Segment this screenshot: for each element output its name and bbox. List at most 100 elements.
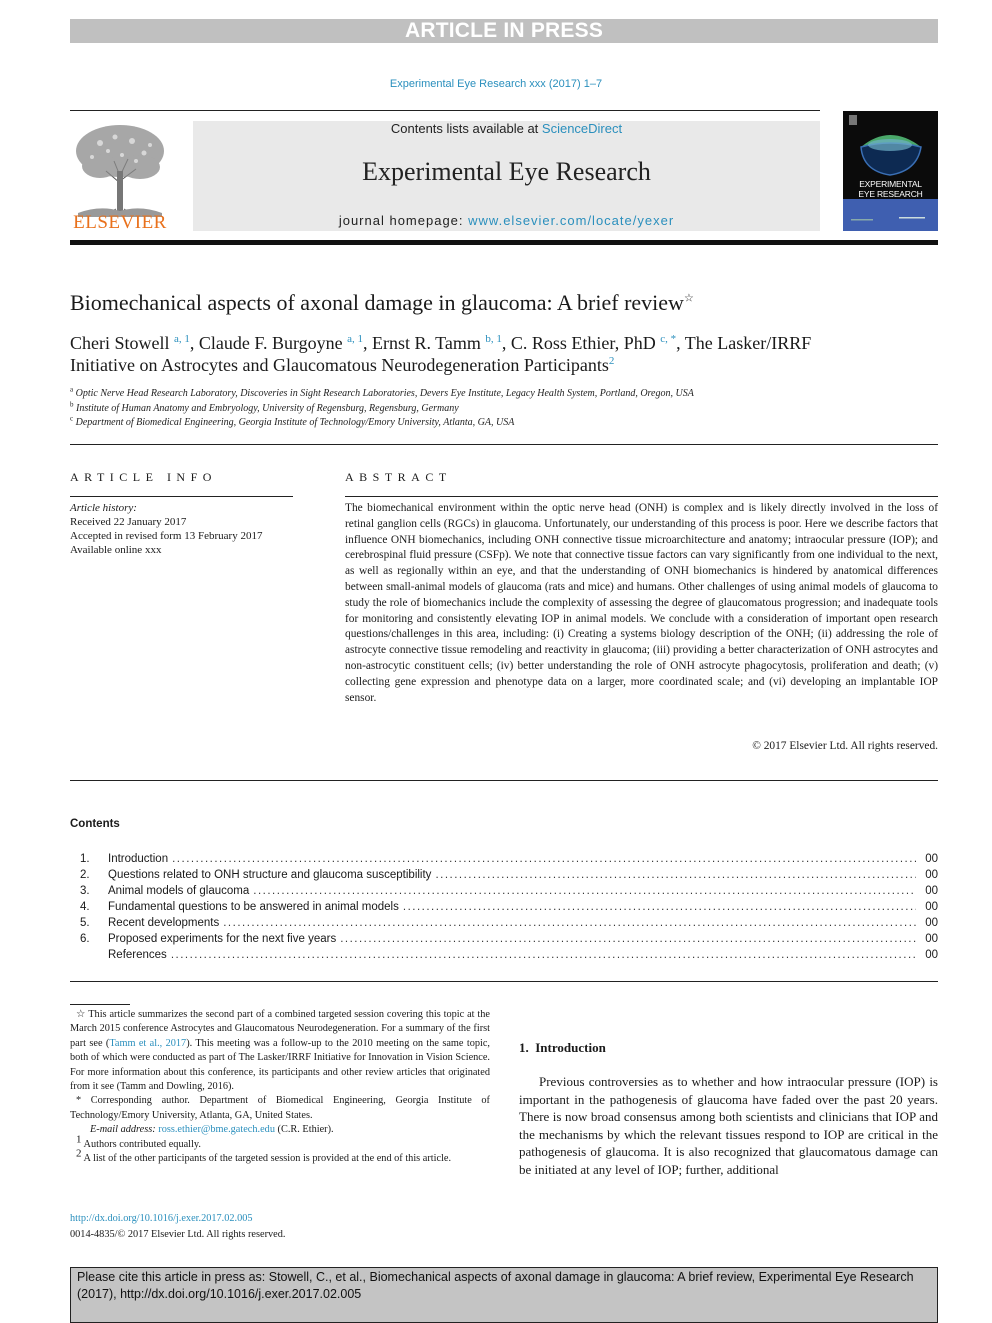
cover-title-line-2: EYE RESEARCH <box>858 189 923 199</box>
abstract-heading: ABSTRACT <box>345 470 452 484</box>
running-head[interactable]: Experimental Eye Research xxx (2017) 1–7 <box>0 78 992 90</box>
footnotes: ☆ This article summarizes the second par… <box>70 1008 490 1166</box>
affiliation-text: Department of Biomedical Engineering, Ge… <box>75 417 515 428</box>
toc-label[interactable]: Introduction <box>108 851 172 867</box>
affiliation-text: Optic Nerve Head Research Laboratory, Di… <box>75 388 694 399</box>
doi-block: http://dx.doi.org/10.1016/j.exer.2017.02… <box>70 1211 490 1243</box>
footnote-2: 2 A list of the other participants of th… <box>70 1148 490 1166</box>
author: C. Ross Ethier, PhD c, *, <box>511 333 685 353</box>
footnote-mark: 1 <box>76 1133 82 1146</box>
email-link[interactable]: ross.ethier@bme.gatech.edu <box>158 1124 275 1135</box>
toc-page: 00 <box>925 885 938 897</box>
section-rule <box>70 981 938 982</box>
toc-leader-dots: ........................................… <box>340 933 916 945</box>
journal-homepage-link[interactable]: www.elsevier.com/locate/yexer <box>468 213 674 228</box>
author-separator: , <box>363 333 372 353</box>
table-of-contents: 1. Introduction..........................… <box>70 851 938 963</box>
eye-cover-image-icon <box>843 111 938 231</box>
contents-available-text: Contents lists available at <box>390 121 542 136</box>
toc-item[interactable]: References..............................… <box>70 947 938 963</box>
toc-page: 00 <box>925 933 938 945</box>
toc-number: 4. <box>80 901 90 913</box>
header-thick-rule <box>70 240 938 245</box>
section-rule <box>70 780 938 781</box>
author-name[interactable]: Ernst R. Tamm <box>372 333 481 353</box>
toc-label[interactable]: Recent developments <box>108 915 223 931</box>
affiliation: b Institute of Human Anatomy and Embryol… <box>70 401 938 417</box>
journal-header-box: Contents lists available at ScienceDirec… <box>193 121 820 231</box>
citation-box: Please cite this article in press as: St… <box>70 1267 938 1323</box>
footnote-text: Authors contributed equally. <box>83 1138 201 1150</box>
cover-title: EXPERIMENTAL EYE RESEARCH <box>843 179 938 199</box>
toc-item[interactable]: 4. Fundamental questions to be answered i… <box>70 899 938 915</box>
issn-copyright: 0014-4835/© 2017 Elsevier Ltd. All right… <box>70 1229 286 1240</box>
toc-number: 2. <box>80 869 90 881</box>
author-separator: , <box>676 333 685 353</box>
received-date: Received 22 January 2017 <box>70 516 187 528</box>
toc-leader-dots: ........................................… <box>435 869 916 881</box>
toc-item[interactable]: 2. Questions related to ONH structure and… <box>70 867 938 883</box>
article-in-press-banner: ARTICLE IN PRESS <box>70 19 938 43</box>
toc-page: 00 <box>925 853 938 865</box>
article-history-label: Article history: <box>70 502 137 514</box>
affiliation-key: a <box>70 385 74 394</box>
header-rule <box>70 110 820 111</box>
footnote-text: A list of the other participants of the … <box>83 1153 452 1165</box>
author-name[interactable]: Cheri Stowell <box>70 333 170 353</box>
toc-label[interactable]: Proposed experiments for the next five y… <box>108 931 340 947</box>
author-name[interactable]: C. Ross Ethier, PhD <box>511 333 656 353</box>
elsevier-logo[interactable]: ELSEVIER <box>70 121 170 233</box>
title-footnote-mark[interactable]: ☆ <box>684 293 694 305</box>
toc-label[interactable]: Questions related to ONH structure and g… <box>108 867 435 883</box>
article-info-heading: ARTICLE INFO <box>70 470 217 484</box>
introduction-text: Previous controversies as to whether and… <box>519 1074 938 1177</box>
toc-page: 00 <box>925 901 938 913</box>
author: Ernst R. Tamm b, 1, <box>372 333 511 353</box>
author-affiliation-mark[interactable]: a, 1 <box>174 333 190 345</box>
footnote-mark: 2 <box>76 1147 82 1160</box>
author-separator: , <box>501 333 511 353</box>
toc-item[interactable]: 3. Animal models of glaucoma.............… <box>70 883 938 899</box>
author-separator: , <box>189 333 199 353</box>
toc-number: 6. <box>80 933 90 945</box>
toc-label[interactable]: Animal models of glaucoma <box>108 883 253 899</box>
affiliation: c Department of Biomedical Engineering, … <box>70 415 938 431</box>
contents-heading: Contents <box>70 818 120 830</box>
author: Cheri Stowell a, 1, <box>70 333 199 353</box>
abstract-copyright: © 2017 Elsevier Ltd. All rights reserved… <box>752 740 938 752</box>
email-suffix: (C.R. Ethier). <box>274 1124 334 1136</box>
sciencedirect-link[interactable]: ScienceDirect <box>542 121 622 136</box>
citation-link[interactable]: Tamm et al., 2017 <box>109 1038 186 1049</box>
article-title: Biomechanical aspects of axonal damage i… <box>70 290 694 316</box>
author-affiliation-mark[interactable]: a, 1 <box>347 333 363 345</box>
toc-item[interactable]: 1. Introduction..........................… <box>70 851 938 867</box>
toc-label[interactable]: References <box>108 947 171 963</box>
toc-item[interactable]: 5. Recent developments...................… <box>70 915 938 931</box>
author-name[interactable]: Claude F. Burgoyne <box>199 333 343 353</box>
toc-leader-dots: ........................................… <box>172 853 916 865</box>
doi-link[interactable]: http://dx.doi.org/10.1016/j.exer.2017.02… <box>70 1213 253 1224</box>
journal-name: Experimental Eye Research <box>362 157 651 186</box>
introduction-heading: 1. Introduction <box>519 1040 606 1055</box>
affiliations: a Optic Nerve Head Research Laboratory, … <box>70 385 938 431</box>
email-label: E-mail address: <box>90 1124 159 1136</box>
toc-page: 00 <box>925 869 938 881</box>
accepted-date: Accepted in revised form 13 February 201… <box>70 530 263 542</box>
journal-cover-thumbnail[interactable]: EXPERIMENTAL EYE RESEARCH <box>843 111 938 231</box>
toc-label[interactable]: Fundamental questions to be answered in … <box>108 899 403 915</box>
author-list: Cheri Stowell a, 1, Claude F. Burgoyne a… <box>70 332 870 376</box>
title-footnote: ☆ This article summarizes the second par… <box>70 1008 490 1094</box>
article-title-text: Biomechanical aspects of axonal damage i… <box>70 290 684 315</box>
abstract-text: The biomechanical environment within the… <box>345 502 938 704</box>
author-affiliation-mark[interactable]: c, * <box>660 333 676 345</box>
homepage-label: journal homepage: <box>338 213 469 228</box>
article-info-rule <box>70 496 293 497</box>
elsevier-wordmark: ELSEVIER <box>73 212 167 233</box>
toc-item[interactable]: 6. Proposed experiments for the next five… <box>70 931 938 947</box>
corresponding-author-footnote: * Corresponding author. Department of Bi… <box>70 1095 490 1121</box>
online-date: Available online xxx <box>70 544 162 556</box>
toc-leader-dots: ........................................… <box>253 885 916 897</box>
author-affiliation-mark[interactable]: 2 <box>609 355 615 367</box>
author-affiliation-mark[interactable]: b, 1 <box>485 333 502 345</box>
toc-leader-dots: ........................................… <box>170 949 916 961</box>
